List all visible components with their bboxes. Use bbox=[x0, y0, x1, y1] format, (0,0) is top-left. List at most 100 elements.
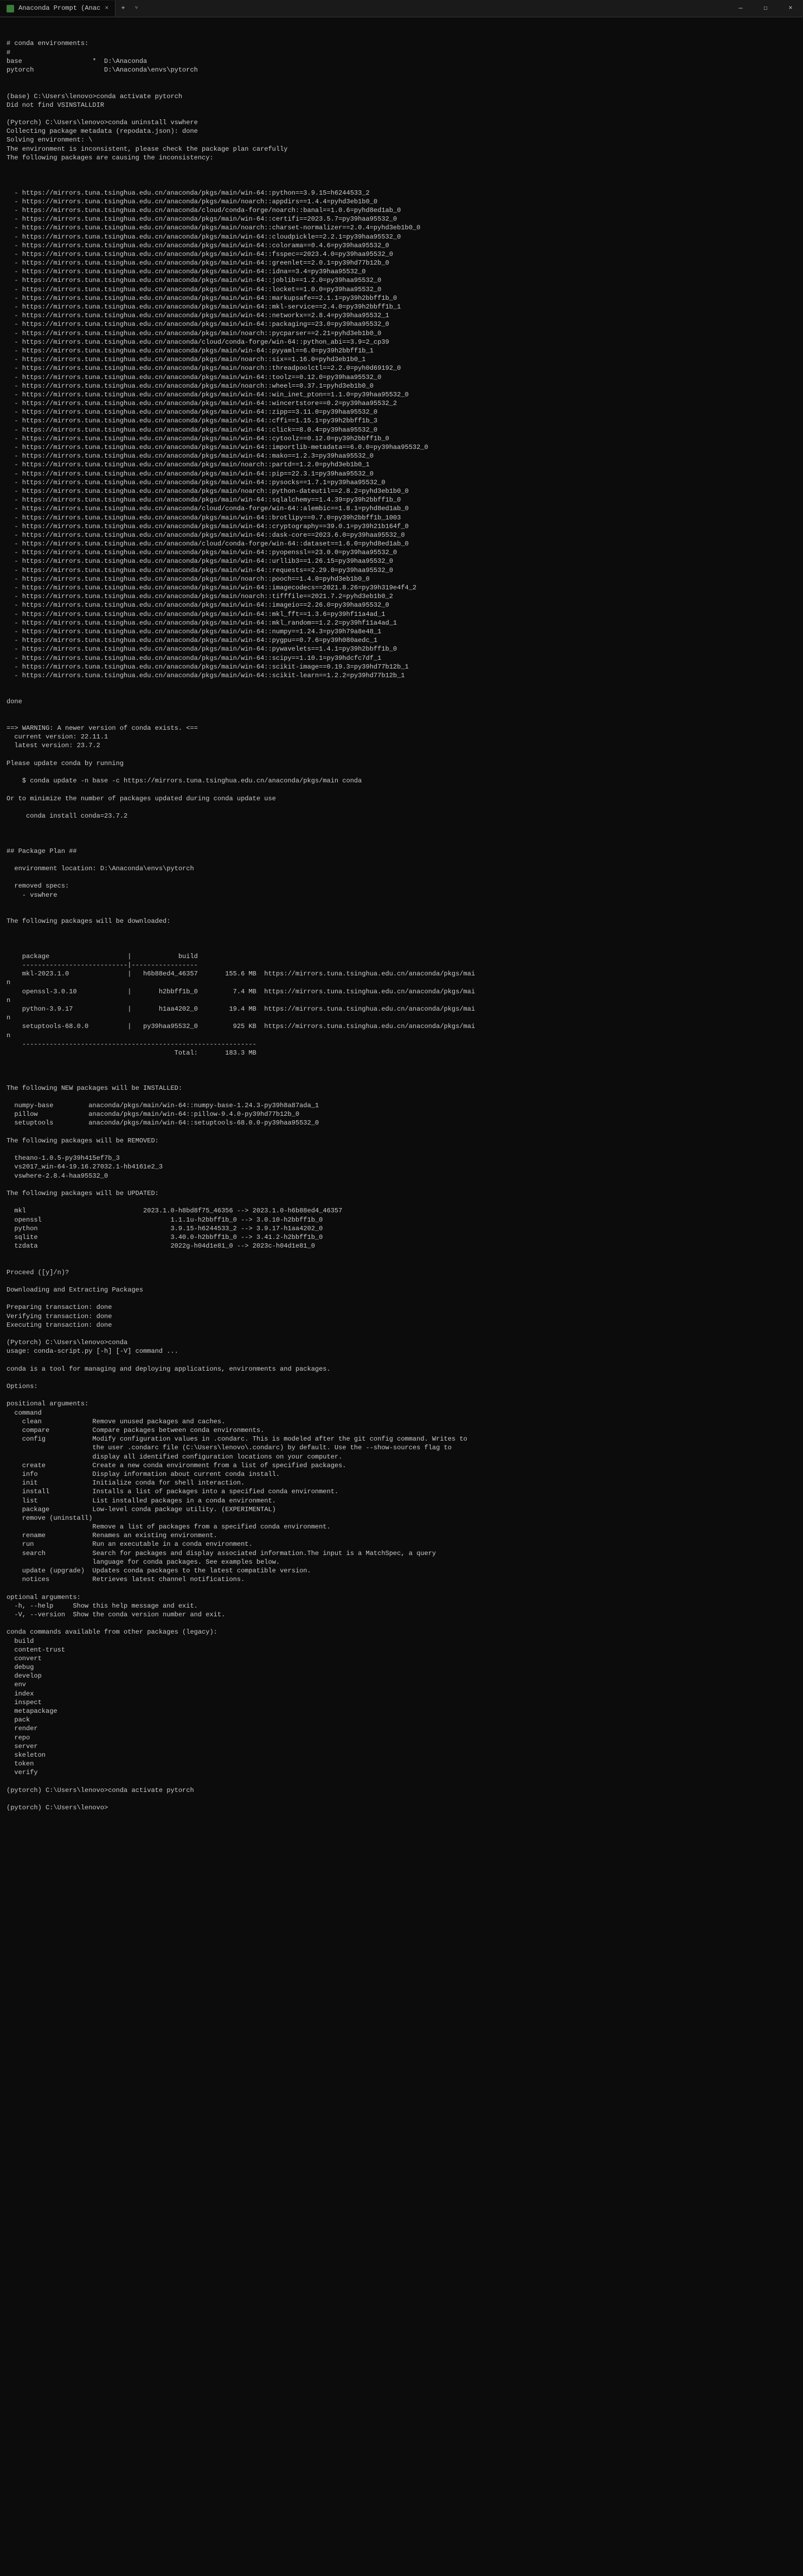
terminal-line: # bbox=[7, 48, 796, 57]
inconsistency-item: - https://mirrors.tuna.tsinghua.edu.cn/a… bbox=[7, 487, 796, 496]
terminal-line: convert bbox=[7, 1654, 796, 1663]
terminal-line: -h, --help Show this help message and ex… bbox=[7, 1602, 796, 1610]
inconsistency-item: - https://mirrors.tuna.tsinghua.edu.cn/a… bbox=[7, 531, 796, 539]
close-window-button[interactable]: × bbox=[778, 0, 803, 17]
close-tab-icon[interactable]: × bbox=[105, 4, 108, 12]
inconsistency-item: - https://mirrors.tuna.tsinghua.edu.cn/a… bbox=[7, 522, 796, 531]
terminal-line bbox=[7, 1093, 796, 1101]
table-header: ---------------------------|------------… bbox=[7, 961, 796, 969]
table-header: package | build bbox=[7, 952, 796, 961]
inconsistency-item: - https://mirrors.tuna.tsinghua.edu.cn/a… bbox=[7, 601, 796, 609]
inconsistency-item: - https://mirrors.tuna.tsinghua.edu.cn/a… bbox=[7, 645, 796, 653]
terminal-line: Verifying transaction: done bbox=[7, 1312, 796, 1321]
conda-icon bbox=[7, 5, 14, 12]
terminal-line: index bbox=[7, 1690, 796, 1698]
terminal-line: debug bbox=[7, 1663, 796, 1672]
terminal-line: The following packages will be REMOVED: bbox=[7, 1136, 796, 1145]
table-total: Total: 183.3 MB bbox=[7, 1049, 796, 1057]
inconsistency-item: - https://mirrors.tuna.tsinghua.edu.cn/a… bbox=[7, 539, 796, 548]
terminal-line: info Display information about current c… bbox=[7, 1470, 796, 1479]
table-row-wrap: n bbox=[7, 1013, 796, 1022]
header-lines: # conda environments:#base * D:\Anaconda… bbox=[7, 39, 796, 171]
terminal-line: search Search for packages and display a… bbox=[7, 1549, 796, 1558]
inconsistency-item: - https://mirrors.tuna.tsinghua.edu.cn/a… bbox=[7, 329, 796, 338]
terminal-line: develop bbox=[7, 1672, 796, 1680]
terminal-line: list List installed packages in a conda … bbox=[7, 1496, 796, 1505]
titlebar: Anaconda Prompt (Anac × + ˅ — ☐ × bbox=[0, 0, 803, 17]
terminal-line bbox=[7, 1075, 796, 1084]
inconsistency-list: - https://mirrors.tuna.tsinghua.edu.cn/a… bbox=[7, 189, 796, 680]
inconsistency-item: - https://mirrors.tuna.tsinghua.edu.cn/a… bbox=[7, 338, 796, 346]
terminal-line: Collecting package metadata (repodata.js… bbox=[7, 127, 796, 136]
terminal-line: config Modify configuration values in .c… bbox=[7, 1435, 796, 1443]
terminal-line bbox=[7, 1250, 796, 1259]
terminal-line: init Initialize conda for shell interact… bbox=[7, 1479, 796, 1487]
terminal-line: display all identified configuration loc… bbox=[7, 1453, 796, 1461]
inconsistency-item: - https://mirrors.tuna.tsinghua.edu.cn/a… bbox=[7, 408, 796, 416]
inconsistency-item: - https://mirrors.tuna.tsinghua.edu.cn/a… bbox=[7, 267, 796, 276]
terminal-line bbox=[7, 110, 796, 118]
tab-dropdown-icon[interactable]: ˅ bbox=[131, 5, 143, 12]
terminal-line: conda install conda=23.7.2 bbox=[7, 812, 796, 820]
inconsistency-item: - https://mirrors.tuna.tsinghua.edu.cn/a… bbox=[7, 241, 796, 250]
terminal-line: ==> WARNING: A newer version of conda ex… bbox=[7, 724, 796, 733]
terminal-line: (Pytorch) C:\Users\lenovo>conda uninstal… bbox=[7, 118, 796, 127]
terminal-line: theano-1.0.5-py39h415ef7b_3 bbox=[7, 1154, 796, 1162]
inconsistency-item: - https://mirrors.tuna.tsinghua.edu.cn/a… bbox=[7, 285, 796, 294]
terminal-line: (pytorch) C:\Users\lenovo>conda activate… bbox=[7, 1786, 796, 1795]
terminal-line: language for conda packages. See example… bbox=[7, 1558, 796, 1566]
terminal-line: conda is a tool for managing and deployi… bbox=[7, 1365, 796, 1373]
terminal-line: Downloading and Extracting Packages bbox=[7, 1286, 796, 1294]
terminal-line bbox=[7, 706, 796, 715]
terminal-output[interactable]: # conda environments:#base * D:\Anaconda… bbox=[0, 17, 803, 1825]
terminal-line: Options: bbox=[7, 1382, 796, 1391]
inconsistency-item: - https://mirrors.tuna.tsinghua.edu.cn/a… bbox=[7, 311, 796, 320]
add-tab-button[interactable]: + bbox=[115, 4, 130, 12]
terminal-line: done bbox=[7, 697, 796, 706]
terminal-line: Preparing transaction: done bbox=[7, 1303, 796, 1312]
terminal-line bbox=[7, 926, 796, 934]
tab-title: Anaconda Prompt (Anac bbox=[18, 4, 100, 12]
inconsistency-item: - https://mirrors.tuna.tsinghua.edu.cn/a… bbox=[7, 627, 796, 636]
terminal-line: conda commands available from other pack… bbox=[7, 1628, 796, 1636]
table-row-wrap: n bbox=[7, 996, 796, 1005]
inconsistency-item: - https://mirrors.tuna.tsinghua.edu.cn/a… bbox=[7, 259, 796, 267]
terminal-line bbox=[7, 1391, 796, 1399]
terminal-line bbox=[7, 1795, 796, 1803]
terminal-line: rename Renames an existing environment. bbox=[7, 1531, 796, 1540]
terminal-line: install Installs a list of packages into… bbox=[7, 1487, 796, 1496]
table-row: openssl-3.0.10 | h2bbff1b_0 7.4 MB https… bbox=[7, 987, 796, 996]
table-total: ----------------------------------------… bbox=[7, 1040, 796, 1049]
inconsistency-item: - https://mirrors.tuna.tsinghua.edu.cn/a… bbox=[7, 215, 796, 223]
download-table: package | build ------------------------… bbox=[7, 952, 796, 1057]
terminal-line bbox=[7, 873, 796, 882]
inconsistency-item: - https://mirrors.tuna.tsinghua.edu.cn/a… bbox=[7, 346, 796, 355]
table-row-wrap: n bbox=[7, 1031, 796, 1040]
inconsistency-item: - https://mirrors.tuna.tsinghua.edu.cn/a… bbox=[7, 575, 796, 583]
minimize-button[interactable]: — bbox=[728, 0, 753, 17]
terminal-line: pack bbox=[7, 1716, 796, 1724]
inconsistency-item: - https://mirrors.tuna.tsinghua.edu.cn/a… bbox=[7, 504, 796, 513]
terminal-line bbox=[7, 838, 796, 846]
terminal-line bbox=[7, 1329, 796, 1338]
terminal-line: positional arguments: bbox=[7, 1399, 796, 1408]
maximize-button[interactable]: ☐ bbox=[753, 0, 778, 17]
terminal-line bbox=[7, 1180, 796, 1189]
inconsistency-item: - https://mirrors.tuna.tsinghua.edu.cn/a… bbox=[7, 610, 796, 619]
terminal-line: removed specs: bbox=[7, 882, 796, 890]
terminal-tab[interactable]: Anaconda Prompt (Anac × bbox=[0, 1, 115, 16]
terminal-line: $ conda update -n base -c https://mirror… bbox=[7, 776, 796, 785]
terminal-line: The following NEW packages will be INSTA… bbox=[7, 1084, 796, 1093]
terminal-line: build bbox=[7, 1637, 796, 1646]
inconsistency-item: - https://mirrors.tuna.tsinghua.edu.cn/a… bbox=[7, 496, 796, 504]
table-row: python-3.9.17 | h1aa4202_0 19.4 MB https… bbox=[7, 1005, 796, 1013]
terminal-line: env bbox=[7, 1680, 796, 1689]
inconsistency-item: - https://mirrors.tuna.tsinghua.edu.cn/a… bbox=[7, 557, 796, 566]
terminal-line: update (upgrade) Updates conda packages … bbox=[7, 1566, 796, 1575]
terminal-line: (Pytorch) C:\Users\lenovo>conda bbox=[7, 1338, 796, 1347]
inconsistency-item: - https://mirrors.tuna.tsinghua.edu.cn/a… bbox=[7, 320, 796, 329]
terminal-line: Remove a list of packages from a specifi… bbox=[7, 1523, 796, 1531]
terminal-line bbox=[7, 1619, 796, 1628]
terminal-line: Please update conda by running bbox=[7, 759, 796, 768]
terminal-line bbox=[7, 803, 796, 812]
